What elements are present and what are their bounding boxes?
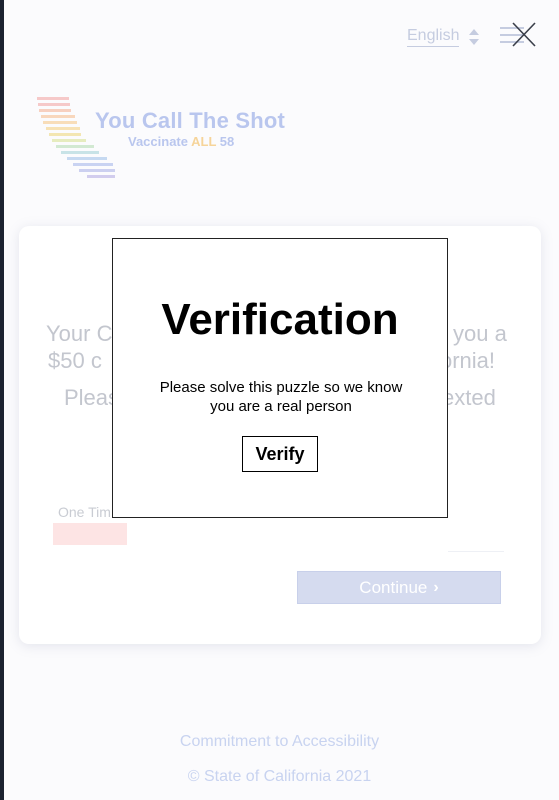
verification-modal: Verification Please solve this puzzle so… (112, 238, 448, 518)
verify-button[interactable]: Verify (242, 436, 318, 472)
logo-subtitle: Vaccinate ALL 58 (128, 134, 234, 149)
logo-subtitle-highlight: ALL (191, 134, 217, 149)
otp-input-underline (448, 551, 504, 552)
continue-button[interactable]: Continue › (297, 571, 501, 604)
card-text-line3-right: exted (442, 385, 496, 410)
otp-error-highlight (53, 523, 127, 545)
card-text-line2-left: $50 c (48, 348, 102, 373)
card-text-line3-left: Pleas (64, 385, 120, 410)
chevron-right-icon: › (433, 578, 439, 596)
otp-label: One Tim (58, 504, 111, 520)
close-menu-icon[interactable] (498, 22, 538, 48)
card-text-line2-right: ornia! (440, 348, 496, 373)
logo-title: You Call The Shot (95, 108, 285, 133)
modal-message: Please solve this puzzle so we know you … (159, 379, 403, 415)
accessibility-link[interactable]: Commitment to Accessibility (0, 733, 559, 751)
continue-label: Continue (359, 577, 428, 597)
card-text-line1-left: Your C (46, 321, 113, 346)
sort-arrows-icon[interactable] (468, 28, 480, 46)
copyright-text: © State of California 2021 (187, 768, 372, 785)
language-select[interactable]: English (407, 27, 460, 47)
card-text-line1-right: l you a (442, 321, 507, 346)
logo-subtitle-suffix: 58 (216, 134, 235, 149)
modal-title: Verification (161, 295, 399, 344)
logo-subtitle-prefix: Vaccinate (128, 134, 192, 149)
